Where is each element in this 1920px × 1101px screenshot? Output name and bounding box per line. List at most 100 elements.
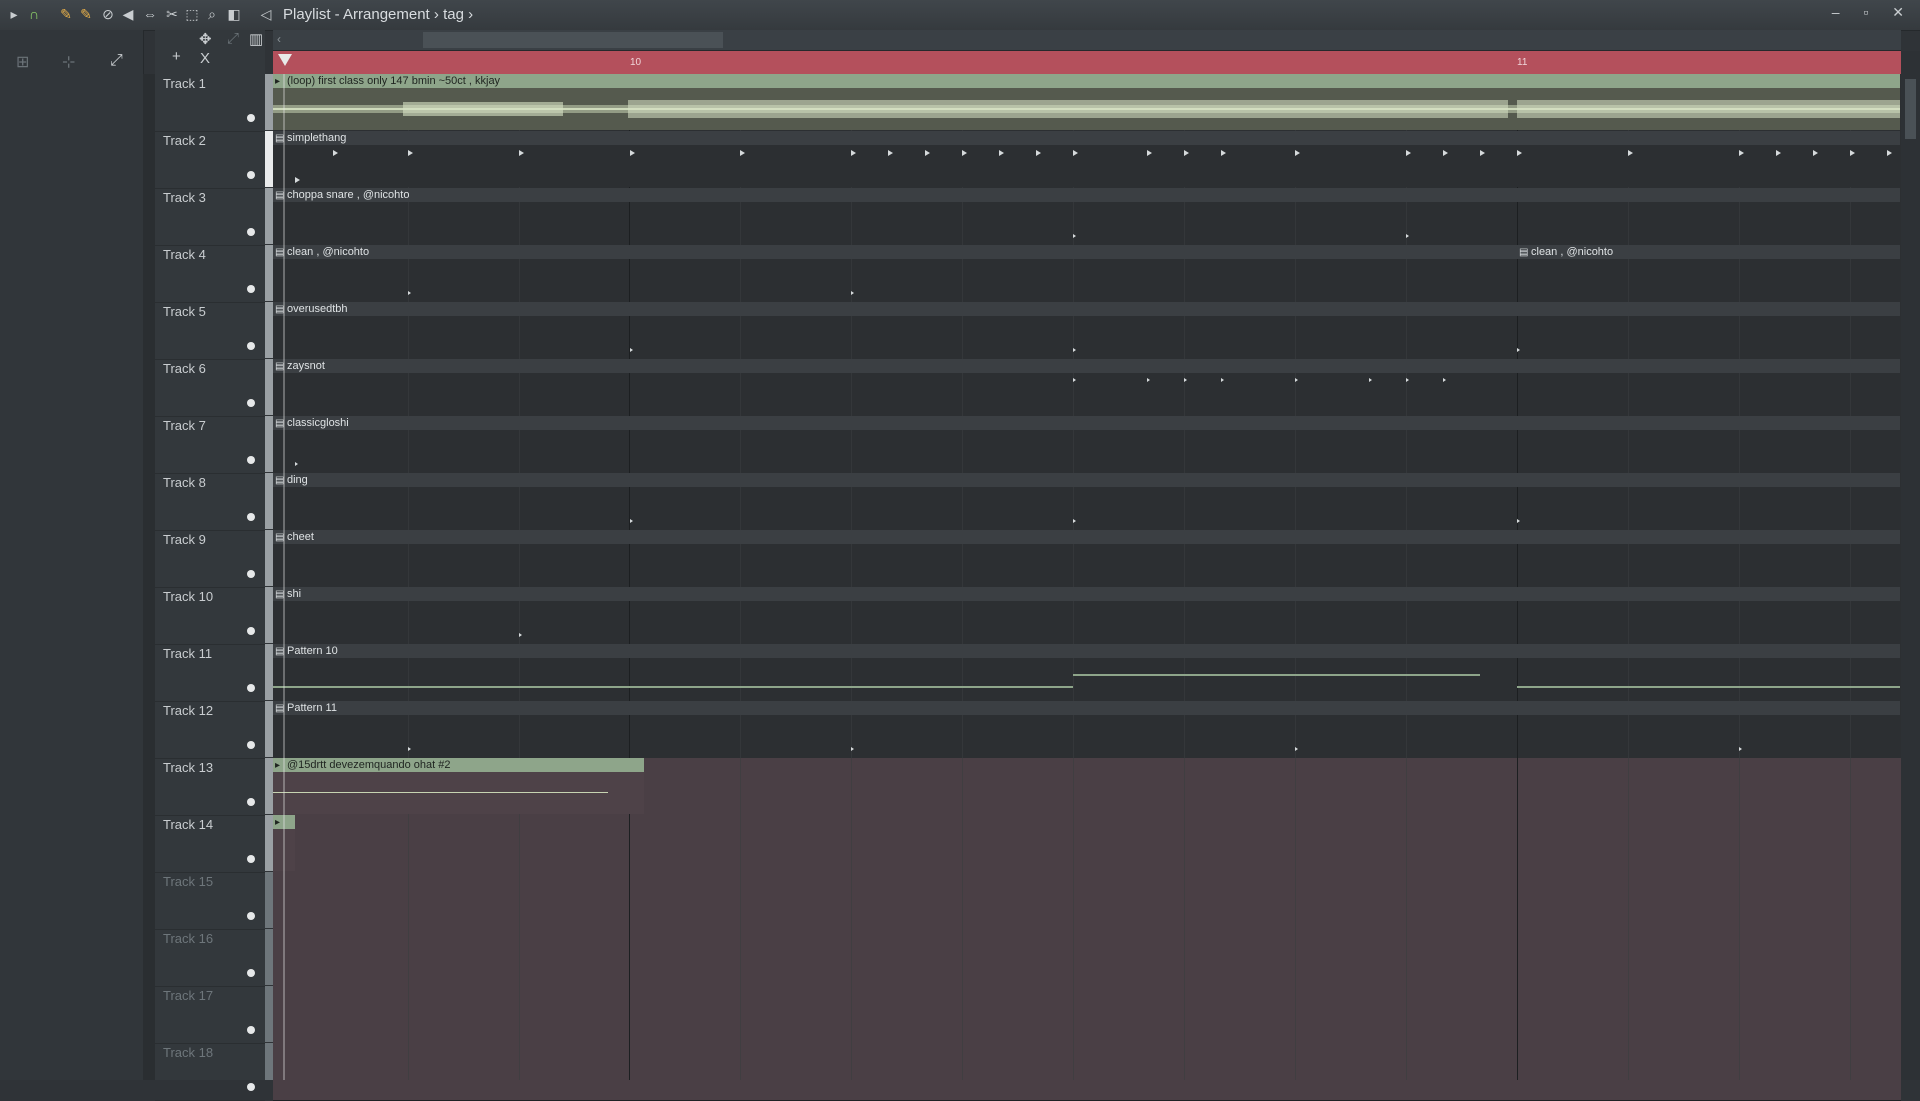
track-grip[interactable] [265,131,273,187]
track-lane[interactable] [273,815,1901,873]
track-name[interactable]: Track 3 [163,190,206,205]
track-header[interactable]: Track 8 [155,473,265,531]
window-controls[interactable]: – ▫ ✕ [1832,4,1914,21]
track-lane[interactable] [273,986,1901,1044]
link-icon[interactable]: ⤢ [227,30,239,47]
mute-toggle[interactable] [247,228,255,236]
track-grip[interactable] [265,929,273,985]
mute-toggle[interactable] [247,627,255,635]
pattern-clip[interactable]: ▤ overusedtbh [273,302,1900,358]
overview-scrollbar[interactable]: ‹ [273,30,1901,51]
mute-toggle[interactable] [247,912,255,920]
mute-toggle[interactable] [247,969,255,977]
track-name[interactable]: Track 4 [163,247,206,262]
overview-thumb[interactable] [423,32,723,48]
mute-toggle[interactable] [247,798,255,806]
snap-icon[interactable]: ⊞ [16,52,29,72]
timeline-ruler[interactable]: 10 11 [273,51,1901,74]
close-button[interactable]: X [200,50,210,67]
pattern-clip[interactable]: ▤ shi [273,587,1900,643]
track-header[interactable]: Track 12 [155,701,265,759]
mute-toggle[interactable] [247,684,255,692]
pattern-clip[interactable]: ▤ simplethang [273,131,1900,187]
pattern-clip[interactable]: ▤ clean , @nicohto [1517,245,1900,301]
track-grip[interactable] [265,587,273,643]
pattern-clip[interactable]: ▤ cheet [273,530,1900,586]
mute-toggle[interactable] [247,285,255,293]
magnet-icon[interactable]: ∩ [26,6,42,22]
audio-clip[interactable]: ▸ @15drtt devezemquando ohat #2 [273,758,644,814]
grid-icon[interactable]: ▥ [249,30,263,48]
pattern-clip[interactable]: ▤ classicgloshi [273,416,1900,472]
track-name[interactable]: Track 14 [163,817,213,832]
track-name[interactable]: Track 2 [163,133,206,148]
playlist-grid[interactable]: ▸ (loop) first class only 147 bmin ~50ct… [273,74,1901,1101]
track-lane[interactable] [273,1043,1901,1101]
track-grip[interactable] [265,815,273,871]
track-grip[interactable] [265,416,273,472]
mute-toggle[interactable] [247,456,255,464]
track-header[interactable]: Track 11 [155,644,265,702]
vertical-scrollbar[interactable] [1901,51,1920,1080]
track-header[interactable]: Track 7 [155,416,265,474]
track-name[interactable]: Track 6 [163,361,206,376]
paint-icon[interactable]: ✎ [78,6,94,22]
waveform-icon[interactable]: ⊹ [62,52,75,72]
track-grip[interactable] [265,245,273,301]
track-name[interactable]: Track 11 [163,646,212,661]
track-header[interactable]: Track 1 [155,74,265,132]
add-track-button[interactable]: + [172,48,181,65]
track-name[interactable]: Track 9 [163,532,206,547]
mute-toggle[interactable] [247,570,255,578]
track-name[interactable]: Track 13 [163,760,213,775]
speaker-icon[interactable]: ◁ [258,6,274,22]
slice-icon[interactable]: ✂ [164,6,180,22]
track-name[interactable]: Track 5 [163,304,206,319]
mute-icon[interactable]: ◀ [120,6,136,22]
track-name[interactable]: Track 17 [163,988,213,1003]
track-grip[interactable] [265,758,273,814]
link-icon[interactable]: ⤢ [110,52,123,70]
pattern-clip[interactable]: ▤ clean , @nicohto [273,245,1517,301]
track-header[interactable]: Track 15 [155,872,265,930]
playhead-marker[interactable] [278,54,292,66]
delete-icon[interactable]: ⊘ [100,6,116,22]
scroll-left-icon[interactable]: ‹ [277,32,281,46]
track-name[interactable]: Track 7 [163,418,206,433]
track-grip[interactable] [265,872,273,928]
track-grip[interactable] [265,701,273,757]
track-grip[interactable] [265,530,273,586]
track-header[interactable]: Track 10 [155,587,265,645]
mute-toggle[interactable] [247,855,255,863]
pattern-clip[interactable]: ▤ choppa snare , @nicohto [273,188,1900,244]
mute-toggle[interactable] [247,342,255,350]
track-name[interactable]: Track 10 [163,589,213,604]
track-grip[interactable] [265,359,273,415]
zoom-icon[interactable]: ⌕ [204,6,220,22]
track-name[interactable]: Track 8 [163,475,206,490]
select-icon[interactable]: ⬚ [184,6,200,22]
track-name[interactable]: Track 18 [163,1045,213,1060]
mute-toggle[interactable] [247,513,255,521]
track-name[interactable]: Track 16 [163,931,213,946]
track-grip[interactable] [265,473,273,529]
pencil-icon[interactable]: ✎ [58,6,74,22]
move-icon[interactable]: ✥ [199,30,212,48]
track-grip[interactable] [265,644,273,700]
scroll-thumb[interactable] [1905,79,1916,139]
track-header[interactable]: Track 17 [155,986,265,1044]
track-header[interactable]: Track 13 [155,758,265,816]
pattern-clip[interactable]: ▤ Pattern 11 [273,701,1900,757]
track-header[interactable]: Track 6 [155,359,265,417]
track-lane[interactable] [273,872,1901,930]
mute-toggle[interactable] [247,1026,255,1034]
track-header[interactable]: Track 3 [155,188,265,246]
mute-toggle[interactable] [247,171,255,179]
mute-toggle[interactable] [247,741,255,749]
track-header[interactable]: Track 18 [155,1043,265,1101]
track-lane[interactable] [273,929,1901,987]
pattern-name[interactable]: tag [443,6,464,23]
track-header[interactable]: Track 14 [155,815,265,873]
audio-clip[interactable]: ▸ (loop) first class only 147 bmin ~50ct… [273,74,1900,130]
track-name[interactable]: Track 12 [163,703,213,718]
